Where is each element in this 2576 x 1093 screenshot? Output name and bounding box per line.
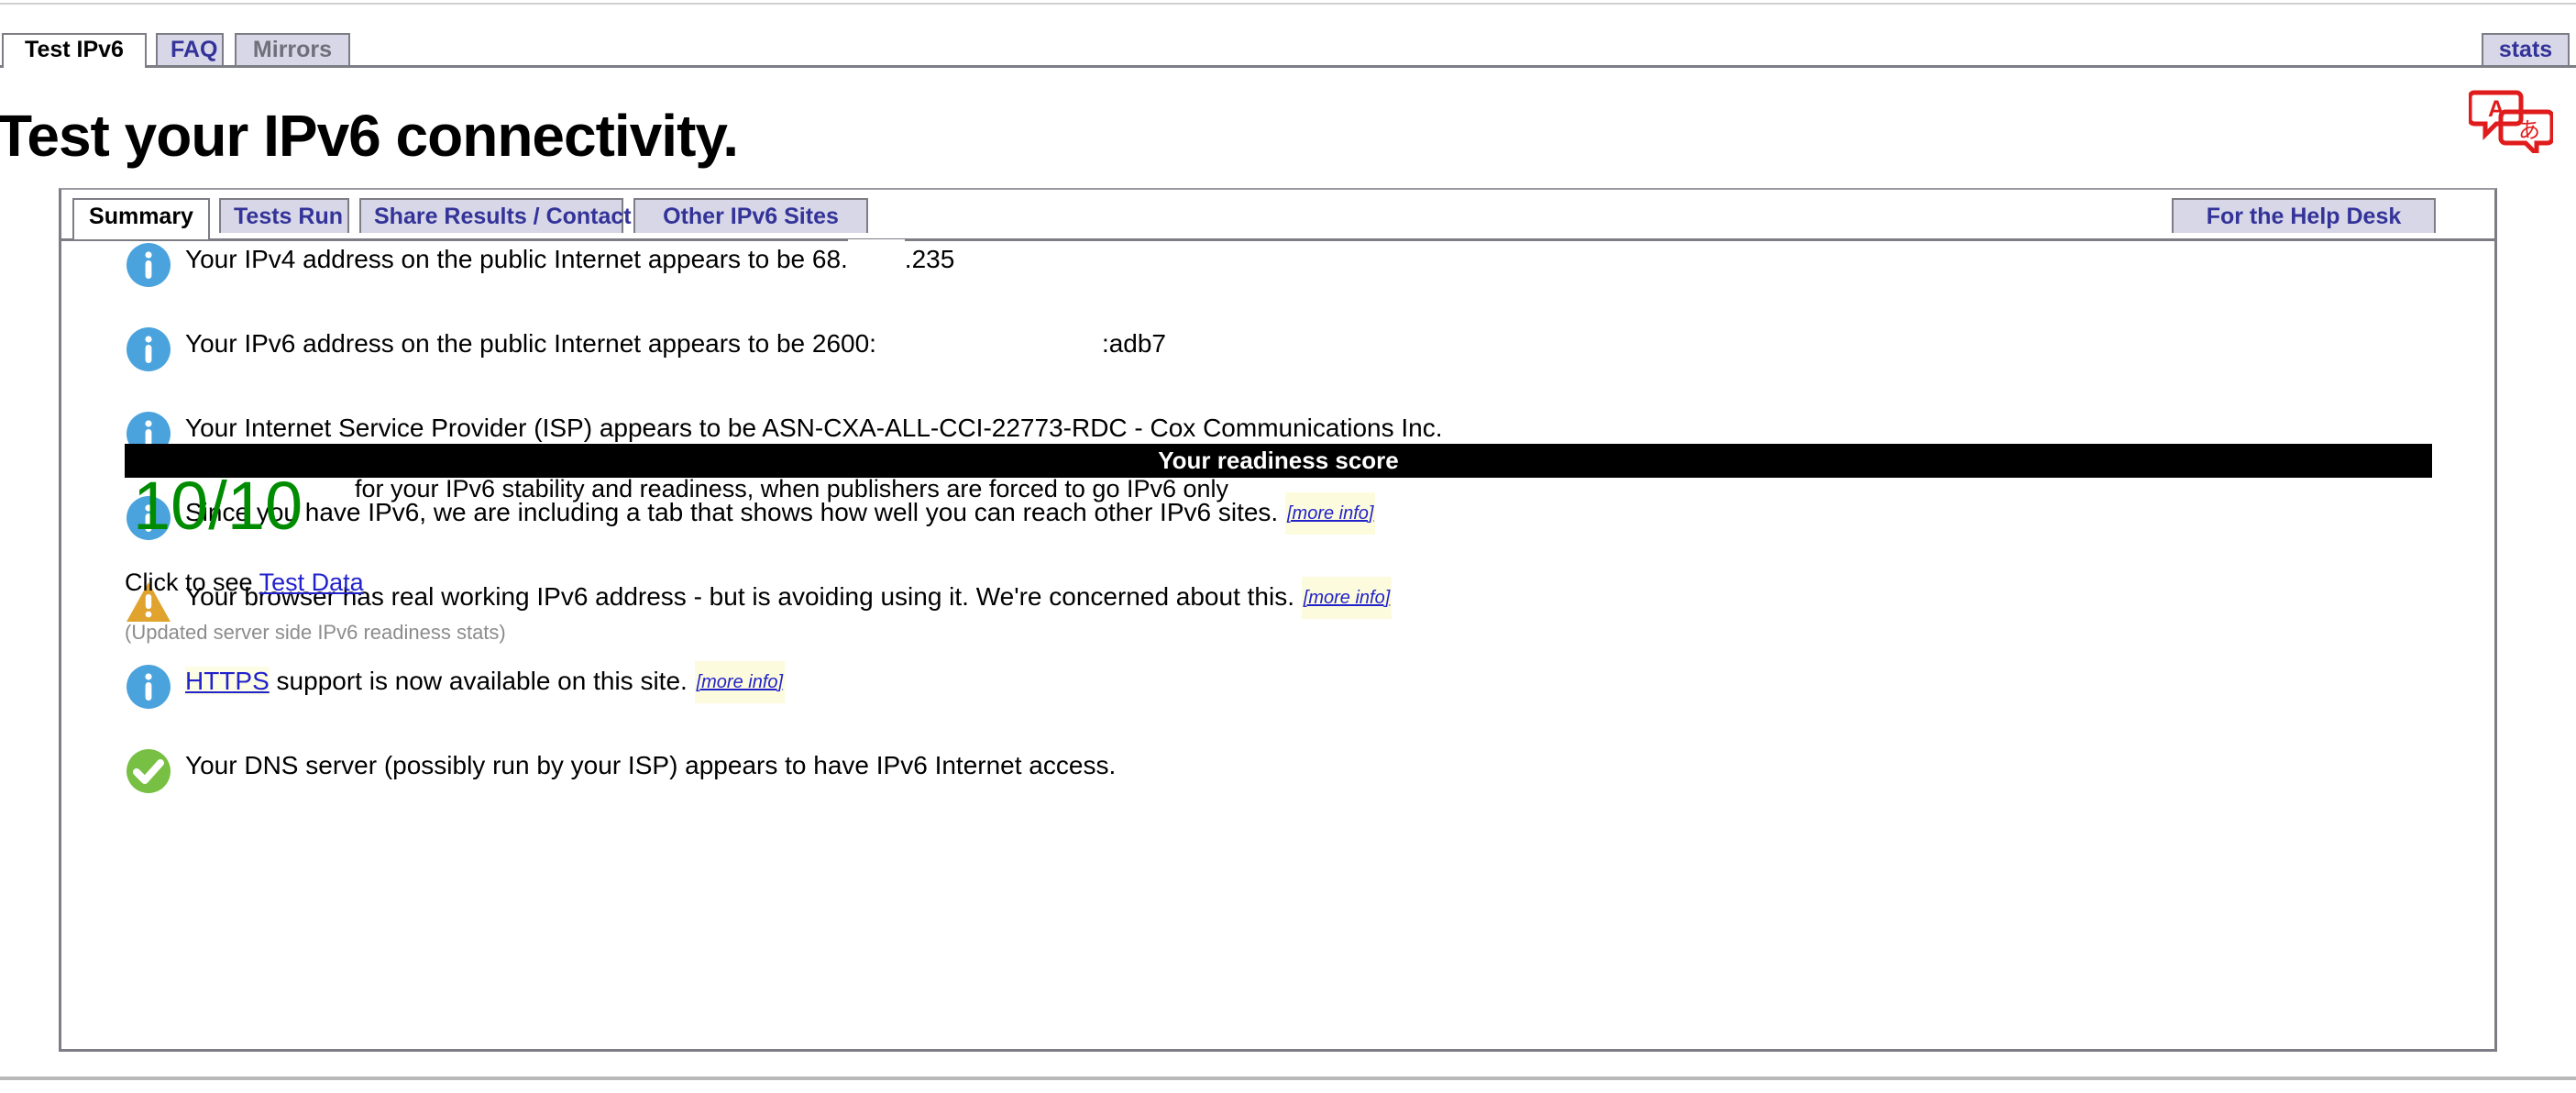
result-row: Your browser has real working IPv6 addre… [61, 577, 2494, 622]
site-tab-mirrors[interactable]: Mirrors [235, 33, 350, 65]
test-data-line: Click to see Test Data [125, 569, 364, 597]
result-row: Your IPv6 address on the public Internet… [61, 324, 2494, 371]
for-the-help-desk-button[interactable]: For the Help Desk [2172, 198, 2436, 233]
result-text: Your Internet Service Provider (ISP) app… [185, 408, 1443, 448]
result-text-before: Your IPv4 address on the public Internet… [185, 245, 848, 273]
result-row: Your DNS server (possibly run by your IS… [61, 745, 2494, 793]
more-info-link[interactable]: [more info] [1301, 577, 1393, 619]
result-text: Your IPv6 address on the public Internet… [185, 324, 1166, 364]
result-row: Your IPv4 address on the public Internet… [61, 239, 2494, 287]
site-tab-faq[interactable]: FAQ [156, 33, 224, 65]
test-data-link[interactable]: Test Data [259, 569, 364, 596]
result-text: Your browser has real working IPv6 addre… [185, 577, 1393, 619]
tab-tests-run[interactable]: Tests Run [219, 198, 349, 233]
result-text: Your DNS server (possibly run by your IS… [185, 745, 1116, 786]
page-title: Test your IPv6 connectivity. [0, 103, 739, 169]
result-text-after: support is now available on this site. [269, 667, 688, 695]
translate-latin-glyph: A [2488, 96, 2504, 122]
stats-button[interactable]: stats [2482, 33, 2570, 65]
tab-other-ipv6-sites[interactable]: Other IPv6 Sites [633, 198, 868, 233]
result-text: Your IPv4 address on the public Internet… [185, 239, 954, 280]
test-data-prefix: Click to see [125, 569, 259, 596]
result-row: HTTPS support is now available on this s… [61, 661, 2494, 709]
success-icon [125, 747, 172, 795]
result-text-before: Your DNS server (possibly run by your IS… [185, 751, 1117, 779]
more-info-link[interactable]: [more info] [1285, 492, 1376, 535]
translate-japanese-glyph: あ [2518, 117, 2540, 143]
result-text-before: Your IPv6 address on the public Internet… [185, 329, 876, 358]
redacted-ipv4-segment [847, 239, 905, 280]
site-tab-baseline [0, 65, 2576, 68]
readiness-score-caption: for your IPv6 stability and readiness, w… [355, 475, 1229, 502]
https-link[interactable]: HTTPS [185, 667, 270, 695]
more-info-link[interactable]: [more info] [694, 661, 786, 703]
readiness-score-value: 10/10 [133, 468, 303, 544]
panel-tab-bar: Summary Tests Run Share Results / Contac… [61, 190, 2494, 241]
site-tab-test-ipv6[interactable]: Test IPv6 [2, 33, 147, 68]
result-text-after: :adb7 [1101, 329, 1167, 358]
info-icon [125, 326, 172, 373]
results-panel: Summary Tests Run Share Results / Contac… [59, 188, 2497, 1052]
updated-stats-note: (Updated server side IPv6 readiness stat… [125, 621, 506, 644]
result-text: HTTPS support is now available on this s… [185, 661, 786, 703]
redacted-ipv6-segment [875, 324, 1102, 364]
tab-summary[interactable]: Summary [72, 198, 210, 239]
site-tab-bar: Test IPv6 FAQ Mirrors stats [0, 17, 2576, 68]
result-text-before: Your Internet Service Provider (ISP) app… [185, 414, 1443, 442]
info-icon [125, 663, 172, 711]
top-chrome-divider [0, 3, 2576, 5]
result-text-after: .235 [904, 245, 955, 273]
translate-icon[interactable]: A あ [2467, 87, 2555, 160]
info-icon [125, 241, 172, 289]
tab-share-results-contact[interactable]: Share Results / Contact [359, 198, 632, 233]
bottom-chrome-divider [0, 1076, 2576, 1080]
